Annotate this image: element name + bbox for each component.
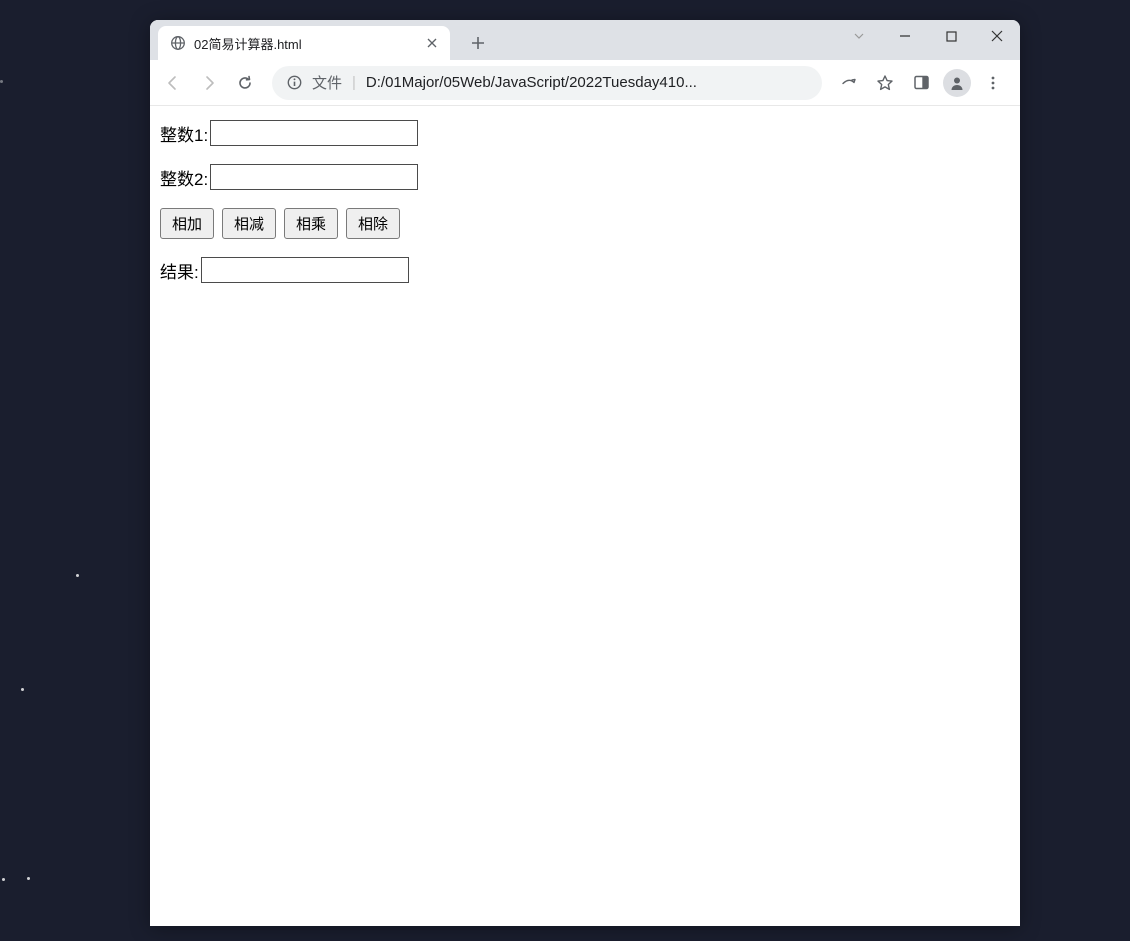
int2-input[interactable] [210, 164, 418, 190]
side-panel-icon[interactable] [904, 66, 938, 100]
url-scheme-label: 文件 [312, 72, 342, 93]
result-input[interactable] [201, 257, 409, 283]
int1-input[interactable] [210, 120, 418, 146]
share-icon[interactable] [832, 66, 866, 100]
browser-tab[interactable]: 02简易计算器.html [158, 26, 450, 60]
result-label: 结果: [160, 258, 199, 283]
new-tab-button[interactable] [464, 29, 492, 57]
titlebar: 02简易计算器.html [150, 20, 1020, 60]
maximize-button[interactable] [928, 20, 974, 52]
int2-row: 整数2: [160, 164, 1010, 190]
operator-button-row [160, 208, 1010, 239]
url-separator: | [352, 74, 356, 91]
info-icon [286, 75, 302, 91]
divide-button[interactable] [346, 208, 400, 239]
forward-button[interactable] [192, 66, 226, 100]
background-star [21, 688, 24, 691]
back-button[interactable] [156, 66, 190, 100]
background-star [2, 878, 5, 881]
page-content: 整数1: 整数2: 结果: [150, 106, 1020, 926]
multiply-button[interactable] [284, 208, 338, 239]
minimize-button[interactable] [882, 20, 928, 52]
avatar-icon [943, 69, 971, 97]
close-window-button[interactable] [974, 20, 1020, 52]
tab-title: 02简易计算器.html [194, 34, 424, 53]
int2-label: 整数2: [160, 165, 208, 190]
browser-window: 02简易计算器.html [150, 20, 1020, 926]
profile-avatar[interactable] [940, 66, 974, 100]
int1-label: 整数1: [160, 121, 208, 146]
window-controls [836, 20, 1020, 52]
result-row: 结果: [160, 257, 1010, 283]
subtract-button[interactable] [222, 208, 276, 239]
toolbar-actions [832, 66, 1010, 100]
window-caret-icon[interactable] [836, 20, 882, 52]
address-bar[interactable]: 文件 | D:/01Major/05Web/JavaScript/2022Tue… [272, 66, 822, 100]
reload-button[interactable] [228, 66, 262, 100]
add-button[interactable] [160, 208, 214, 239]
url-text: D:/01Major/05Web/JavaScript/2022Tuesday4… [366, 74, 697, 91]
toolbar: 文件 | D:/01Major/05Web/JavaScript/2022Tue… [150, 60, 1020, 106]
background-star [76, 574, 79, 577]
background-star [0, 80, 3, 83]
background-star [27, 877, 30, 880]
int1-row: 整数1: [160, 120, 1010, 146]
bookmark-star-icon[interactable] [868, 66, 902, 100]
close-tab-icon[interactable] [424, 35, 440, 51]
menu-dots-icon[interactable] [976, 66, 1010, 100]
globe-icon [170, 35, 186, 51]
